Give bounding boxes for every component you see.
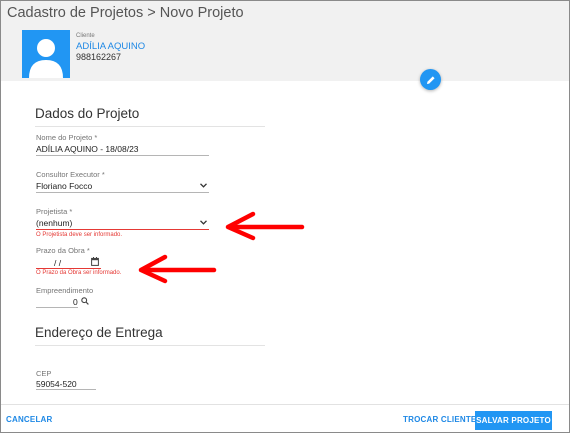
deadline-input[interactable]: / /	[54, 258, 61, 268]
person-icon	[29, 39, 63, 78]
action-bar: CANCELAR TROCAR CLIENTE SALVAR PROJETO	[1, 404, 569, 432]
consultant-label: Consultor Executor *	[36, 170, 105, 179]
cep-input[interactable]: 59054-520	[36, 379, 77, 389]
consultant-underline	[36, 192, 209, 193]
consultant-select[interactable]: Floriano Focco	[36, 181, 92, 191]
section-divider	[35, 126, 265, 127]
edit-client-button[interactable]	[420, 69, 441, 90]
breadcrumb: Cadastro de Projetos > Novo Projeto	[7, 5, 244, 21]
client-name: ADÍLIA AQUINO	[76, 41, 146, 52]
deadline-label: Prazo da Obra *	[36, 246, 90, 255]
annotation-arrow	[225, 211, 305, 241]
cep-underline	[36, 389, 96, 390]
development-label: Empreendimento	[36, 286, 94, 295]
cep-label: CEP	[36, 369, 52, 378]
section-title-delivery: Endereço de Entrega	[35, 325, 163, 340]
cancel-button[interactable]: CANCELAR	[6, 415, 53, 424]
search-icon[interactable]	[81, 297, 89, 305]
designer-label: Projetista *	[36, 207, 73, 216]
annotation-arrow	[138, 254, 217, 284]
chevron-down-icon[interactable]	[200, 220, 207, 225]
project-name-label: Nome do Projeto *	[36, 133, 98, 142]
calendar-icon[interactable]	[91, 257, 99, 266]
project-name-input[interactable]: ADÍLIA AQUINO - 18/08/23	[36, 144, 139, 154]
development-underline	[36, 307, 78, 308]
designer-select[interactable]: (nenhum)	[36, 218, 72, 228]
change-client-button[interactable]: TROCAR CLIENTE	[403, 415, 476, 424]
project-name-underline	[36, 155, 209, 156]
designer-underline	[36, 229, 209, 230]
designer-error: O Projetista deve ser informado.	[36, 232, 123, 238]
section-divider	[35, 345, 265, 346]
development-input[interactable]: 0	[73, 297, 78, 307]
chevron-down-icon[interactable]	[200, 183, 207, 188]
client-avatar	[22, 30, 70, 78]
pencil-icon	[426, 75, 435, 84]
save-project-button[interactable]: SALVAR PROJETO	[475, 411, 552, 430]
client-phone: 988162267	[76, 52, 122, 62]
client-caption: Cliente	[76, 33, 95, 39]
deadline-underline	[36, 268, 101, 269]
deadline-error: O Prazo da Obra ser informado.	[36, 270, 122, 276]
section-title-project: Dados do Projeto	[35, 106, 140, 121]
